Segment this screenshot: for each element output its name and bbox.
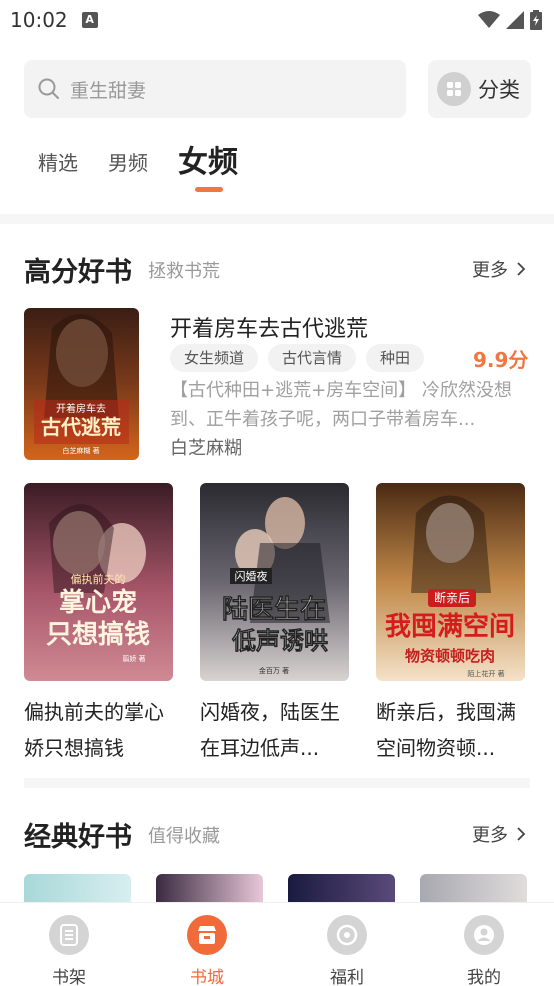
classic-book-cover-1[interactable] <box>24 874 131 904</box>
featured-tags: 女生频道 古代言情 种田 <box>170 344 425 372</box>
section-title-high: 高分好书 <box>24 257 132 288</box>
section-title-classic: 经典好书 <box>24 822 132 853</box>
search-bar[interactable]: 重生甜妻 <box>24 60 406 118</box>
search-icon <box>38 78 59 99</box>
cover-3-sub: 物资顿顿吃肉 <box>405 647 495 665</box>
featured-book-title[interactable]: 开着房车去古代逃荒 <box>170 311 368 343</box>
tab-female-label: 女频 <box>178 145 238 180</box>
nav-item-bookstore[interactable]: 书城 <box>157 903 257 986</box>
bottom-navigation: 书架 书城 福利 我的 <box>0 902 554 986</box>
featured-cover-author: 白芝麻糊 著 <box>62 446 99 455</box>
cover-2-main-a: 陆医生在 <box>222 594 326 625</box>
wifi-icon <box>478 11 500 28</box>
cover-2-main-b: 低声诱哄 <box>231 626 328 655</box>
cover-art: 偏执前夫的 掌心宠 只想搞钱 翦娇 著 <box>24 483 173 681</box>
tag[interactable]: 古代言情 <box>268 344 357 372</box>
section-subtitle-high: 拯救书荒 <box>148 261 220 282</box>
featured-cover-title: 开着房车去 <box>56 402 106 415</box>
category-button[interactable]: 分类 <box>428 60 531 118</box>
cover-3-main: 我囤满空间 <box>385 611 515 642</box>
cover-2-top: 闪婚夜 <box>235 569 268 583</box>
gift-icon <box>327 915 367 955</box>
nav-label-profile: 我的 <box>467 968 501 986</box>
tab-female[interactable]: 女频 <box>178 143 238 192</box>
channel-tabs: 精选 男频 女频 <box>38 143 238 192</box>
cover-art: 断亲后 我囤满空间 物资顿顿吃肉 陌上花开 著 <box>376 483 525 681</box>
chevron-right-icon <box>517 262 526 276</box>
cover-3-author: 陌上花开 著 <box>467 669 504 678</box>
book-cover-1[interactable]: 偏执前夫的 掌心宠 只想搞钱 翦娇 著 <box>24 483 173 681</box>
book-title-3[interactable]: 断亲后，我囤满空间物资顿... <box>376 694 530 766</box>
book-score: 9.9分 <box>473 348 529 372</box>
nav-label-welfare: 福利 <box>330 968 364 986</box>
more-link-high[interactable]: 更多 <box>472 256 526 282</box>
cover-art: 闪婚夜 陆医生在 低声诱哄 金百万 著 <box>200 483 349 681</box>
tab-featured[interactable]: 精选 <box>38 143 78 183</box>
classic-book-cover-4[interactable] <box>420 874 527 904</box>
status-time: 10:02 <box>10 8 68 32</box>
bookshelf-icon <box>49 915 89 955</box>
battery-icon <box>530 10 542 30</box>
tag[interactable]: 女生频道 <box>170 344 259 372</box>
notification-icon: A <box>81 12 98 28</box>
classic-book-cover-3[interactable] <box>288 874 395 904</box>
status-bar: 10:02 A <box>0 0 554 40</box>
section-subtitle-classic: 值得收藏 <box>148 826 220 847</box>
classic-book-cover-2[interactable] <box>156 874 263 904</box>
category-icon <box>437 72 471 106</box>
nav-label-bookstore: 书城 <box>190 968 224 986</box>
chevron-right-icon <box>517 827 526 841</box>
book-cover-2[interactable]: 闪婚夜 陆医生在 低声诱哄 金百万 著 <box>200 483 349 681</box>
featured-cover-title-main: 古代逃荒 <box>41 415 121 439</box>
profile-icon <box>464 915 504 955</box>
book-title-2[interactable]: 闪婚夜，陆医生在耳边低声... <box>200 694 354 766</box>
cover-1-top: 偏执前夫的 <box>71 572 126 586</box>
more-label: 更多 <box>472 825 508 846</box>
featured-author[interactable]: 白芝麻糊 <box>170 434 242 460</box>
tab-active-indicator <box>195 187 223 192</box>
featured-description: 【古代种田+逃荒+房车空间】 冷欣然没想到、正牛着孩子呢，两口子带着房车... <box>170 380 512 430</box>
featured-book-cover[interactable]: 开着房车去 古代逃荒 白芝麻糊 著 <box>24 308 139 460</box>
more-link-classic[interactable]: 更多 <box>472 821 526 847</box>
cover-1-author: 翦娇 著 <box>122 654 145 663</box>
cover-2-author: 金百万 著 <box>259 666 289 675</box>
cover-1-main-a: 掌心宠 <box>59 587 137 618</box>
search-placeholder: 重生甜妻 <box>70 79 147 102</box>
nav-item-welfare[interactable]: 福利 <box>297 903 397 986</box>
section-divider <box>0 214 554 224</box>
status-indicators <box>478 10 542 30</box>
cover-1-main-b: 只想搞钱 <box>46 619 150 650</box>
category-label: 分类 <box>478 78 520 102</box>
book-title-1[interactable]: 偏执前夫的掌心娇只想搞钱 <box>24 694 178 766</box>
tab-male[interactable]: 男频 <box>108 143 148 183</box>
section-divider <box>24 778 530 788</box>
signal-icon <box>506 11 524 29</box>
book-cover-3[interactable]: 断亲后 我囤满空间 物资顿顿吃肉 陌上花开 著 <box>376 483 525 681</box>
nav-item-profile[interactable]: 我的 <box>434 903 534 986</box>
cover-art: 开着房车去 古代逃荒 白芝麻糊 著 <box>24 308 139 460</box>
bookstore-icon <box>187 915 227 955</box>
more-label: 更多 <box>472 260 508 281</box>
cover-3-top: 断亲后 <box>434 590 470 605</box>
tag[interactable]: 种田 <box>366 344 425 372</box>
nav-item-bookshelf[interactable]: 书架 <box>19 903 119 986</box>
nav-label-bookshelf: 书架 <box>52 968 86 986</box>
